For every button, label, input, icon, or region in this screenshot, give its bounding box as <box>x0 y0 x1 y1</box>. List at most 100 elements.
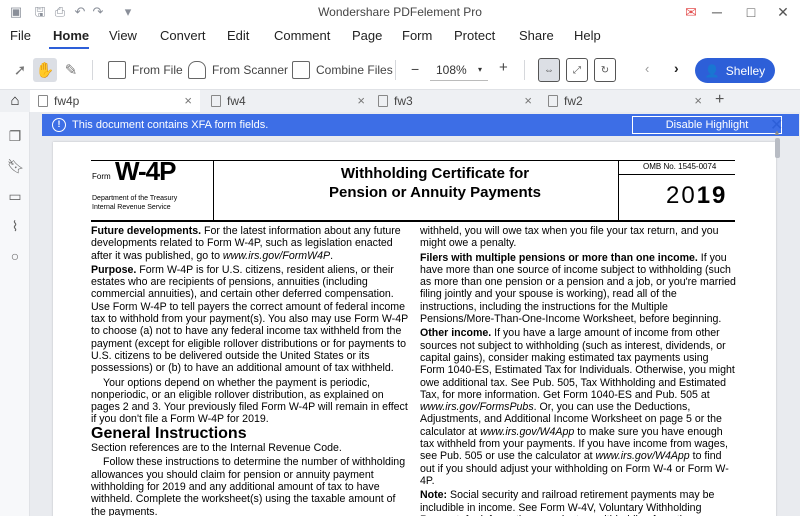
header-divider <box>213 160 214 220</box>
paragraph-text: Social security and railroad retirement … <box>420 489 715 516</box>
rotate-page-icon[interactable]: ↻ <box>594 58 616 82</box>
from-scanner-button[interactable]: From Scanner <box>188 58 288 82</box>
header-bottom-rule <box>91 220 735 222</box>
tab-fw2[interactable]: fw2 × <box>540 90 710 112</box>
close-tab-icon[interactable]: × <box>184 93 192 108</box>
omb-number: OMB No. 1545-0074 <box>643 162 717 171</box>
scanner-icon <box>188 61 206 79</box>
close-tab-icon[interactable]: × <box>357 93 365 108</box>
document-icon <box>211 95 221 107</box>
tax-year: 2019 <box>666 182 727 210</box>
select-arrow-icon[interactable]: ➚ <box>8 58 32 82</box>
attachment-icon[interactable]: ⌇ <box>7 218 23 234</box>
home-icon[interactable]: ⌂ <box>6 92 24 110</box>
paragraph-heading: Filers with multiple pensions or more th… <box>420 251 698 264</box>
hand-tool-icon[interactable]: ✋ <box>33 58 57 82</box>
zoom-select[interactable]: 108% ▾ <box>430 59 488 81</box>
multiple-pensions-paragraph: Filers with multiple pensions or more th… <box>420 252 736 326</box>
tab-fw4p[interactable]: fw4p × <box>30 90 200 112</box>
document-viewer: ! This document contains XFA form fields… <box>30 112 800 516</box>
link-text: www.irs.gov/FormsPubs <box>420 401 534 414</box>
menu-help[interactable]: Help <box>574 28 601 43</box>
previous-page-icon[interactable]: ‹ <box>645 61 649 76</box>
disable-highlight-button[interactable]: Disable Highlight <box>632 116 782 134</box>
paragraph-heading: Note: <box>420 489 448 502</box>
link-text: www.irs.gov/FormW4P <box>222 249 331 262</box>
edit-tool-icon[interactable]: ✎ <box>59 58 83 82</box>
note-paragraph: Note: Social security and railroad retir… <box>420 489 736 516</box>
vertical-scrollbar[interactable] <box>775 138 780 158</box>
menu-file[interactable]: File <box>10 28 31 43</box>
left-column: Future developments. For the latest info… <box>91 225 411 516</box>
tab-label: fw3 <box>394 94 413 108</box>
scroll-up-arrow[interactable]: ▲ <box>773 128 781 137</box>
close-tab-icon[interactable]: × <box>694 93 702 108</box>
fit-width-icon[interactable]: ⇔ <box>538 58 560 82</box>
toolbar-divider <box>395 60 396 80</box>
minimize-button[interactable]: ─ <box>706 2 728 22</box>
bookmark-icon[interactable]: 🔖︎ <box>7 158 25 174</box>
right-column: withheld, you will owe tax when you file… <box>420 225 736 516</box>
from-scanner-label: From Scanner <box>212 63 289 77</box>
from-file-button[interactable]: From File <box>108 58 183 82</box>
fit-page-icon[interactable]: ⤢ <box>566 58 588 82</box>
form-label: Form <box>92 172 111 181</box>
next-page-icon[interactable]: › <box>674 60 679 76</box>
title-line-2: Pension or Annuity Payments <box>329 184 541 201</box>
title-bar: ▣ 🖫 ⎙ ↶ ↷ ▾ Wondershare PDFelement Pro ✉… <box>0 0 800 25</box>
toolbar-divider <box>524 60 525 80</box>
options-paragraph: Your options depend on whether the payme… <box>91 376 408 426</box>
combine-files-icon <box>292 61 310 79</box>
withheld-paragraph: withheld, you will owe tax when you file… <box>420 225 719 250</box>
user-icon: 👤 <box>704 63 720 78</box>
zoom-in-button[interactable]: + <box>499 59 508 76</box>
menu-view[interactable]: View <box>109 28 137 43</box>
menu-protect[interactable]: Protect <box>454 28 495 43</box>
omb-rule <box>619 174 735 175</box>
pdf-page: Form W-4P Department of the Treasury Int… <box>53 142 776 516</box>
search-icon[interactable]: ○ <box>7 248 23 264</box>
menu-page[interactable]: Page <box>352 28 382 43</box>
general-instructions-heading: General Instructions <box>91 424 247 442</box>
menu-convert[interactable]: Convert <box>160 28 206 43</box>
menu-bar: File Home View Convert Edit Comment Page… <box>0 25 800 50</box>
maximize-button[interactable]: □ <box>740 2 762 22</box>
document-tab-bar: ⌂ fw4p × fw4 × fw3 × fw2 × + <box>0 90 800 112</box>
menu-share[interactable]: Share <box>519 28 554 43</box>
section-reference: Section references are to the Internal R… <box>91 442 342 455</box>
info-icon: ! <box>52 118 66 132</box>
dept-line-1: Department of the Treasury <box>92 195 178 202</box>
tab-fw4[interactable]: fw4 × <box>203 90 373 112</box>
from-file-label: From File <box>132 63 183 77</box>
close-tab-icon[interactable]: × <box>524 93 532 108</box>
tab-fw3[interactable]: fw3 × <box>370 90 540 112</box>
zoom-out-button[interactable]: − <box>411 61 419 77</box>
add-tab-icon[interactable]: + <box>715 91 724 109</box>
xfa-notification-bar: ! This document contains XFA form fields… <box>42 114 799 136</box>
comment-icon[interactable]: ▭ <box>7 188 23 204</box>
paragraph-text: Form W-4P is for U.S. citizens, resident… <box>91 263 408 375</box>
combine-files-button[interactable]: Combine Files <box>292 58 393 82</box>
title-line-1: Withholding Certificate for <box>340 165 530 182</box>
close-button[interactable]: ✕ <box>772 2 794 22</box>
form-number: W-4P <box>115 156 176 186</box>
purpose-paragraph: Purpose. Form W-4P is for U.S. citizens,… <box>91 264 411 375</box>
document-icon <box>38 95 48 107</box>
tab-label: fw2 <box>564 94 583 108</box>
thumbnails-icon[interactable]: ❐ <box>7 128 23 144</box>
menu-edit[interactable]: Edit <box>227 28 249 43</box>
menu-form[interactable]: Form <box>402 28 432 43</box>
zoom-value: 108% <box>436 62 467 77</box>
future-developments-paragraph: Future developments. For the latest info… <box>91 225 411 262</box>
paragraph-heading: Other income. <box>420 327 492 340</box>
document-icon <box>378 95 388 107</box>
link-text: www.irs.gov/W4App <box>595 450 690 463</box>
left-sidebar: ❐ 🔖︎ ▭ ⌇ ○ <box>0 112 30 516</box>
mail-icon[interactable]: ✉ <box>680 2 702 22</box>
menu-home[interactable]: Home <box>53 28 89 43</box>
chevron-down-icon: ▾ <box>477 65 482 74</box>
menu-comment[interactable]: Comment <box>274 28 330 43</box>
user-account-button[interactable]: 👤 Shelley <box>695 58 775 83</box>
toolbar: ➚ ✋ ✎ From File From Scanner Combine Fil… <box>0 50 800 90</box>
tab-label: fw4 <box>227 94 246 108</box>
